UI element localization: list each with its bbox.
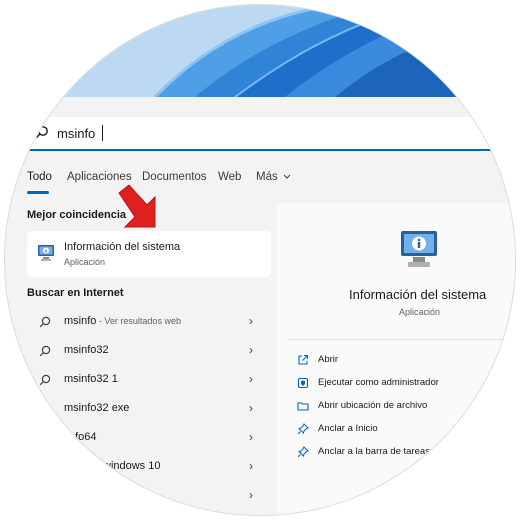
chevron-right-icon: › bbox=[249, 459, 253, 473]
desktop-wallpaper bbox=[5, 5, 515, 97]
search-query[interactable]: msinfo bbox=[57, 126, 95, 141]
action-pin-to-taskbar[interactable]: Anclar a la barra de tareas bbox=[297, 443, 507, 463]
web-result-label: msinfo32 bbox=[64, 344, 109, 356]
tab-documentos[interactable]: Documentos bbox=[142, 171, 207, 183]
action-label: Ejecutar como administrador bbox=[318, 377, 439, 388]
tab-mas-label: Más bbox=[256, 171, 278, 183]
magnified-view: msinfo Todo Aplicaciones Documentos Web … bbox=[4, 4, 516, 516]
preview-app-type: Aplicación bbox=[399, 307, 441, 317]
best-match-name: Información del sistema bbox=[64, 241, 181, 253]
search-icon bbox=[39, 373, 51, 391]
pin-icon bbox=[297, 445, 309, 463]
tab-mas[interactable]: Más bbox=[256, 171, 291, 183]
action-pin-to-start[interactable]: Anclar a Inicio bbox=[297, 420, 507, 440]
search-icon bbox=[39, 460, 51, 478]
search-icon bbox=[39, 431, 51, 449]
tab-web[interactable]: Web bbox=[218, 171, 241, 183]
best-match-type: Aplicación bbox=[64, 257, 106, 267]
tab-todo[interactable]: Todo bbox=[27, 171, 52, 183]
action-open[interactable]: Abrir bbox=[297, 351, 507, 371]
web-search-heading: Buscar en Internet bbox=[27, 287, 124, 299]
pin-icon bbox=[297, 422, 309, 440]
action-label: Abrir ubicación de archivo bbox=[318, 400, 428, 411]
action-open-file-location[interactable]: Abrir ubicación de archivo bbox=[297, 397, 507, 417]
web-result-label: windows 10 bbox=[103, 460, 161, 472]
web-result-row[interactable]: › bbox=[27, 481, 271, 509]
search-icon bbox=[35, 125, 49, 144]
web-result-label: msinfo bbox=[64, 315, 97, 327]
web-result-row[interactable]: windows 10 › bbox=[27, 452, 271, 480]
divider bbox=[289, 339, 515, 340]
tab-aplicaciones[interactable]: Aplicaciones bbox=[67, 171, 132, 183]
open-icon bbox=[297, 353, 309, 371]
chevron-right-icon: › bbox=[249, 401, 253, 415]
preview-app-name: Información del sistema bbox=[349, 287, 487, 302]
web-result-row[interactable]: msinfo32 › bbox=[27, 336, 271, 364]
web-result-sub: - Ver resultados web bbox=[96, 316, 181, 326]
search-icon bbox=[39, 344, 51, 362]
web-result-label: msinfo32 1 bbox=[64, 373, 118, 385]
best-match-heading: Mejor coincidencia bbox=[27, 209, 127, 221]
web-result-row[interactable]: msinfo - Ver resultados web › bbox=[27, 307, 271, 335]
chevron-right-icon: › bbox=[249, 372, 253, 386]
web-result-row[interactable]: msinfo32 1 › bbox=[27, 365, 271, 393]
action-label: Anclar a la barra de tareas bbox=[318, 446, 430, 457]
chevron-right-icon: › bbox=[249, 430, 253, 444]
chevron-down-icon bbox=[283, 174, 291, 179]
text-caret bbox=[102, 125, 103, 141]
search-tabs: Todo Aplicaciones Documentos Web Más bbox=[5, 165, 515, 195]
chevron-right-icon: › bbox=[249, 314, 253, 328]
search-icon bbox=[39, 315, 51, 333]
chevron-right-icon: › bbox=[249, 343, 253, 357]
chevron-right-icon: › bbox=[249, 488, 253, 502]
web-result-label: nfo64 bbox=[69, 431, 97, 443]
search-icon bbox=[39, 402, 51, 420]
active-tab-indicator bbox=[27, 191, 49, 194]
search-input[interactable]: msinfo bbox=[5, 117, 505, 151]
system-info-icon bbox=[399, 229, 439, 276]
admin-icon bbox=[297, 376, 309, 394]
preview-pane: Información del sistema Aplicación Abrir… bbox=[277, 203, 515, 515]
action-label: Abrir bbox=[318, 354, 339, 365]
folder-icon bbox=[297, 399, 309, 417]
action-run-as-admin[interactable]: Ejecutar como administrador bbox=[297, 374, 507, 394]
web-result-row[interactable]: msinfo32 exe › bbox=[27, 394, 271, 422]
red-pointer-arrow bbox=[115, 183, 165, 240]
web-result-label: msinfo32 exe bbox=[64, 402, 130, 414]
web-result-row[interactable]: nfo64 › bbox=[27, 423, 271, 451]
action-label: Anclar a Inicio bbox=[318, 423, 378, 434]
system-info-icon bbox=[37, 244, 55, 267]
